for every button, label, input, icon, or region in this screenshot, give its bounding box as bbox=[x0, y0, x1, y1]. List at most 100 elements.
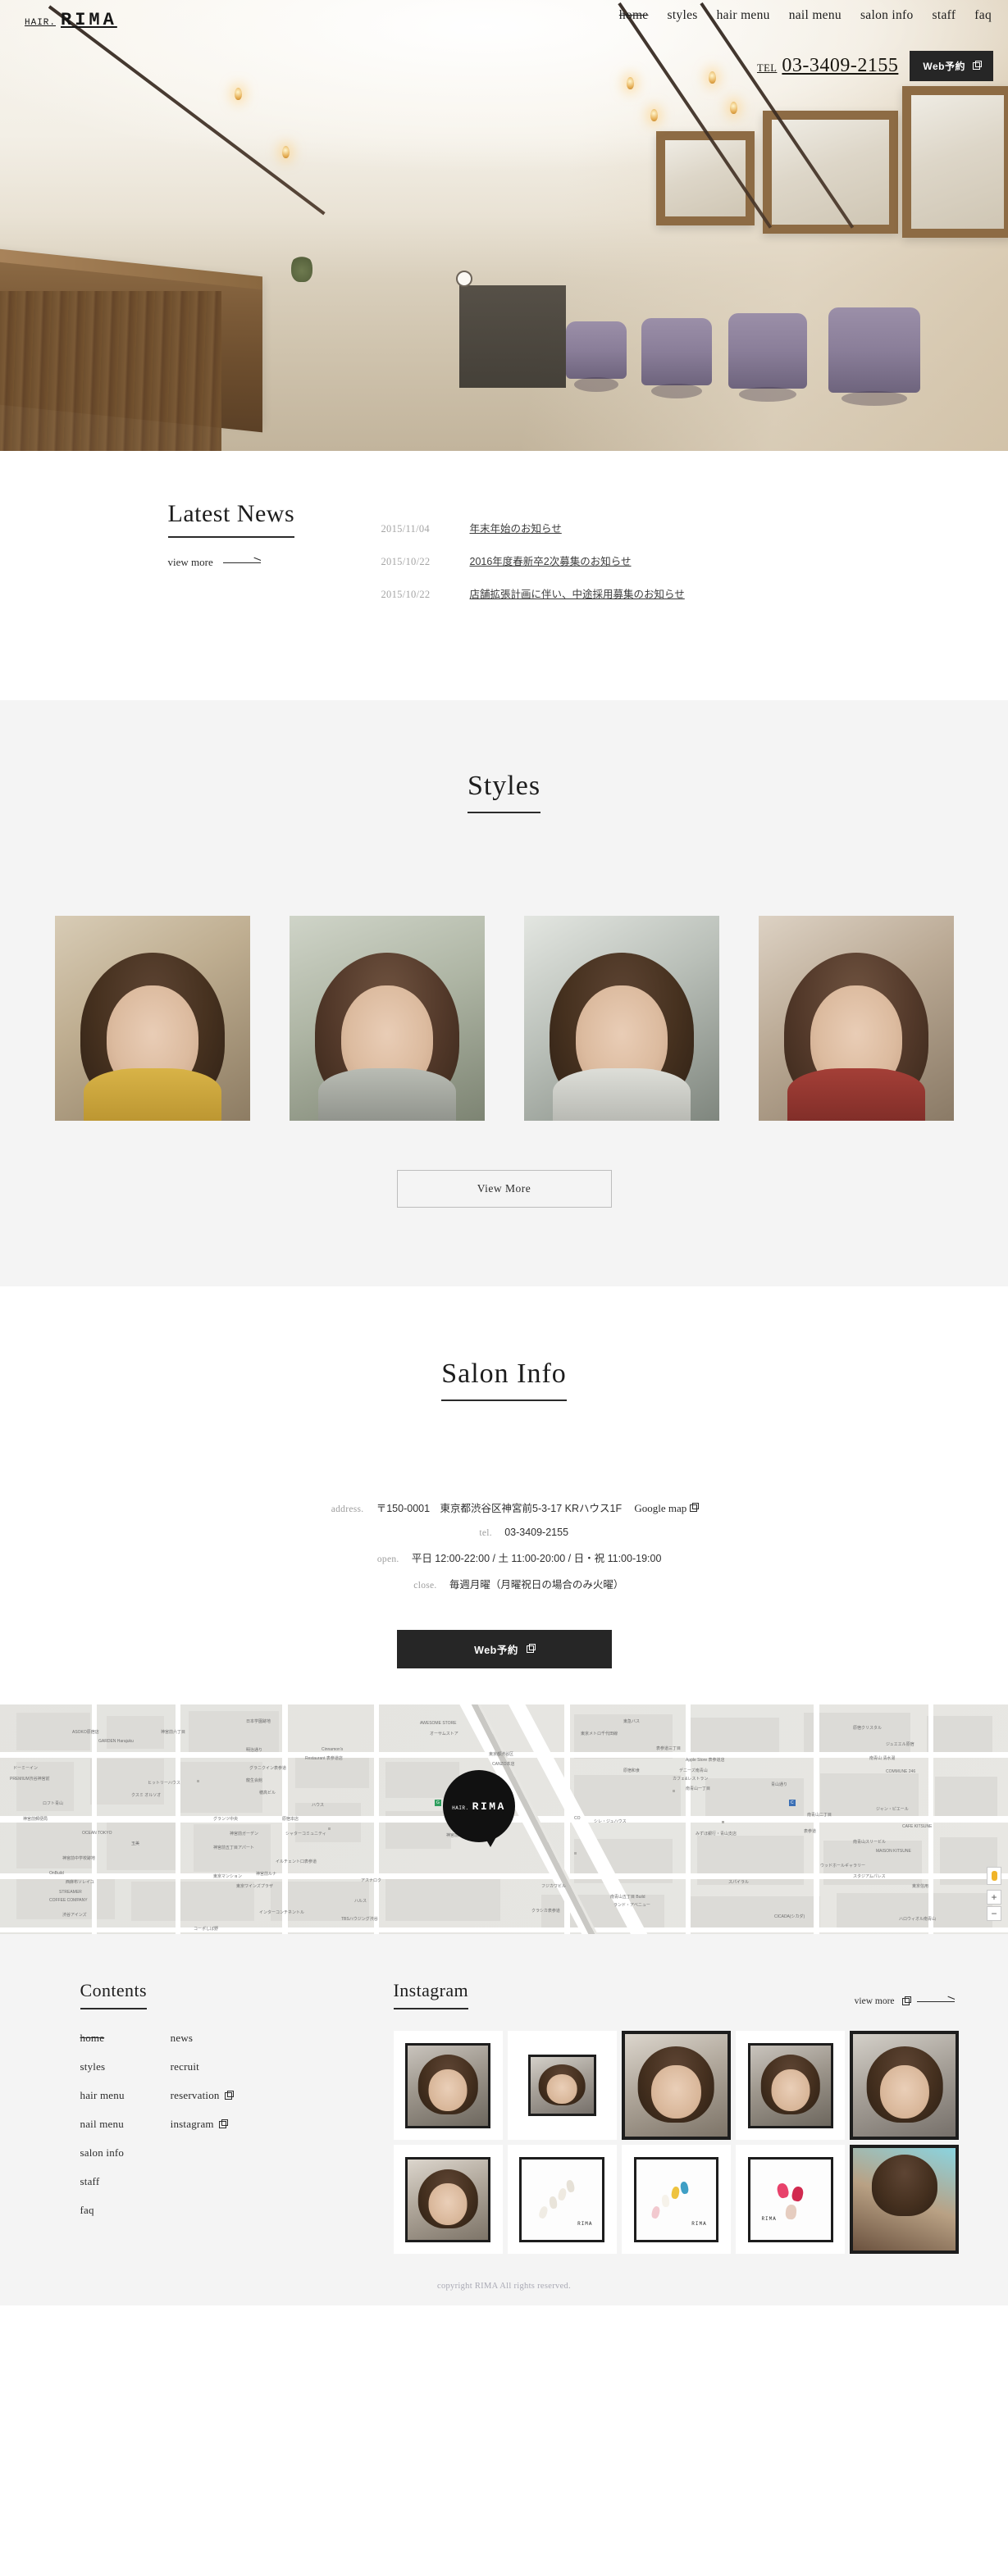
nav-item-nail-menu[interactable]: nail menu bbox=[789, 8, 842, 23]
nav-item-styles[interactable]: styles bbox=[667, 8, 697, 23]
map-zoom-out-button[interactable]: − bbox=[987, 1906, 1001, 1921]
map-place-label: ジャン・ピエール bbox=[876, 1807, 909, 1812]
site-logo[interactable]: HAIR. RIMA bbox=[25, 10, 117, 30]
nav-item-faq[interactable]: faq bbox=[974, 8, 992, 23]
map-place-label: 表参道 bbox=[804, 1829, 817, 1835]
nav-item-hair-menu[interactable]: hair menu bbox=[717, 8, 770, 23]
nav-item-salon-info[interactable]: salon info bbox=[860, 8, 914, 23]
salon-chair-1 bbox=[566, 321, 627, 392]
style-torso-shape bbox=[552, 1068, 691, 1121]
external-link-icon bbox=[218, 2119, 228, 2128]
style-torso-shape bbox=[317, 1068, 456, 1121]
map-place-label: 表参道三丁目 bbox=[656, 1745, 682, 1751]
nail-caption: RIMA bbox=[577, 2221, 593, 2228]
nail-caption: RIMA bbox=[761, 2216, 777, 2223]
footer-link-reservation[interactable]: reservation bbox=[170, 2089, 234, 2102]
footer-link-faq[interactable]: faq bbox=[80, 2204, 94, 2217]
footer-link-recruit[interactable]: recruit bbox=[171, 2060, 199, 2073]
map-marker-bubble[interactable]: HAIR. RIMA bbox=[443, 1770, 515, 1842]
pegman-icon bbox=[991, 1871, 997, 1881]
instagram-post-7[interactable]: RIMA bbox=[507, 2145, 617, 2255]
footer-link-label: reservation bbox=[170, 2089, 220, 2101]
instagram-view-more-link[interactable]: view more bbox=[855, 1996, 955, 2009]
salon-clock bbox=[456, 271, 472, 287]
map-place-label: 南青山 清水湯 bbox=[869, 1756, 896, 1761]
footer-link-instagram[interactable]: instagram bbox=[171, 2118, 228, 2131]
nav-item-staff[interactable]: staff bbox=[933, 8, 956, 23]
instagram-thumbnail: RIMA bbox=[747, 2156, 833, 2242]
footer-link-salon-info[interactable]: salon info bbox=[80, 2146, 125, 2160]
footer-link-nail-menu[interactable]: nail menu bbox=[80, 2118, 124, 2131]
map-place-label: Apple Store 表参道店 bbox=[686, 1758, 725, 1764]
google-map-link[interactable]: Google map bbox=[634, 1502, 699, 1514]
map-place-label: 東京都渋谷区 bbox=[489, 1752, 514, 1758]
map-place-label: CO bbox=[574, 1816, 581, 1822]
style-card-1[interactable] bbox=[54, 916, 250, 1121]
footer-link-home[interactable]: home bbox=[80, 2032, 105, 2045]
instagram-post-3[interactable] bbox=[621, 2031, 732, 2141]
tel-label: TEL bbox=[756, 62, 778, 74]
news-item[interactable]: 2015/10/22 2016年度春新卒2次募集のお知らせ bbox=[381, 553, 865, 568]
instagram-post-5[interactable] bbox=[850, 2031, 960, 2141]
map-place-label: みずほ銀行・青山支店 bbox=[696, 1831, 737, 1836]
salon-info-label: address. bbox=[331, 1504, 364, 1514]
map-place-label: Cinnamon's bbox=[322, 1747, 344, 1753]
news-view-more-link[interactable]: view more bbox=[168, 556, 381, 569]
salon-location-map[interactable]: G C ASOKO原宿店 神宮前六丁目 GARDEN Harajuku AWESOME… bbox=[0, 1704, 1008, 1934]
map-street-view-pegman[interactable] bbox=[987, 1867, 1001, 1885]
map-place-label: MAISON KITSUNE bbox=[876, 1849, 911, 1855]
instagram-post-6[interactable] bbox=[393, 2145, 503, 2255]
instagram-post-8[interactable]: RIMA bbox=[621, 2145, 732, 2255]
footer-contents-column: Contents home styles hair menu nail menu… bbox=[49, 1980, 394, 2254]
style-card-2[interactable] bbox=[289, 916, 485, 1121]
header-telephone[interactable]: TEL 03-3409-2155 bbox=[757, 55, 898, 77]
footer-link-news[interactable]: news bbox=[171, 2032, 194, 2045]
salon-web-reservation-button[interactable]: Web予約 bbox=[396, 1630, 612, 1668]
instagram-post-4[interactable] bbox=[736, 2031, 846, 2141]
map-place-label: OnBuild bbox=[49, 1871, 64, 1877]
map-place-label: 東京信用 bbox=[912, 1884, 929, 1890]
instagram-thumbnail bbox=[405, 2156, 491, 2242]
nav-item-home[interactable]: home bbox=[619, 8, 649, 23]
map-place-label: シレ・ジュハウス bbox=[594, 1818, 627, 1824]
map-place-label: カフェ&レストラン bbox=[673, 1776, 709, 1782]
map-place-label: オーサムストア bbox=[430, 1732, 458, 1737]
news-view-more-label: view more bbox=[167, 556, 213, 568]
map-place-label: STREAMER bbox=[59, 1889, 82, 1895]
face-shape bbox=[651, 2064, 701, 2119]
face-shape bbox=[428, 2183, 468, 2226]
map-place-label: 原宿和食 bbox=[623, 1768, 641, 1773]
instagram-post-2[interactable] bbox=[507, 2031, 617, 2141]
logo-prefix: HAIR. bbox=[25, 18, 57, 28]
news-item-title[interactable]: 2016年度春新卒2次募集のお知らせ bbox=[470, 553, 632, 568]
map-place-label: 原宿クリスタル bbox=[853, 1725, 883, 1731]
footer-link-styles[interactable]: styles bbox=[80, 2060, 106, 2073]
header-web-reservation-button[interactable]: Web予約 bbox=[910, 51, 993, 81]
instagram-post-1[interactable] bbox=[393, 2031, 503, 2141]
arrow-right-icon bbox=[916, 2000, 955, 2002]
salon-info-value: 〒150-0001 東京都渋谷区神宮前5-3-17 KRハウス1F bbox=[376, 1503, 623, 1514]
map-place-label: クスミ オルソオ bbox=[131, 1792, 162, 1798]
salon-plant bbox=[291, 254, 312, 282]
map-place-label: スタジアムパレス bbox=[853, 1873, 886, 1879]
news-item-title[interactable]: 店舗拡張計画に伴い、中途採用募集のお知らせ bbox=[470, 585, 685, 601]
instagram-post-10[interactable] bbox=[850, 2145, 960, 2255]
map-place-label: PREMIUM渋谷神宮前 bbox=[10, 1776, 50, 1782]
news-heading: Latest News bbox=[167, 500, 295, 538]
map-place-label: 南青山五丁目 Build bbox=[610, 1894, 645, 1900]
news-item-title[interactable]: 年末年始のお知らせ bbox=[470, 520, 562, 535]
list-item: recruit bbox=[171, 2059, 232, 2074]
styles-view-more-button[interactable]: View More bbox=[396, 1170, 612, 1208]
instagram-post-9[interactable]: RIMA bbox=[736, 2145, 846, 2255]
styles-heading: Styles bbox=[467, 771, 541, 813]
footer-link-hair-menu[interactable]: hair menu bbox=[80, 2089, 125, 2102]
style-card-3[interactable] bbox=[523, 916, 719, 1121]
map-place-label: Restaurant 表参道店 bbox=[305, 1756, 343, 1761]
map-place-label: 渋谷アインズ bbox=[62, 1912, 87, 1918]
map-place-label: フジカワビル bbox=[541, 1884, 567, 1890]
style-card-4[interactable] bbox=[758, 916, 954, 1121]
news-item[interactable]: 2015/11/04 年末年始のお知らせ bbox=[381, 520, 865, 535]
news-item[interactable]: 2015/10/22 店舗拡張計画に伴い、中途採用募集のお知らせ bbox=[381, 585, 865, 601]
footer-link-staff[interactable]: staff bbox=[80, 2175, 100, 2188]
map-zoom-in-button[interactable]: + bbox=[987, 1890, 1001, 1905]
